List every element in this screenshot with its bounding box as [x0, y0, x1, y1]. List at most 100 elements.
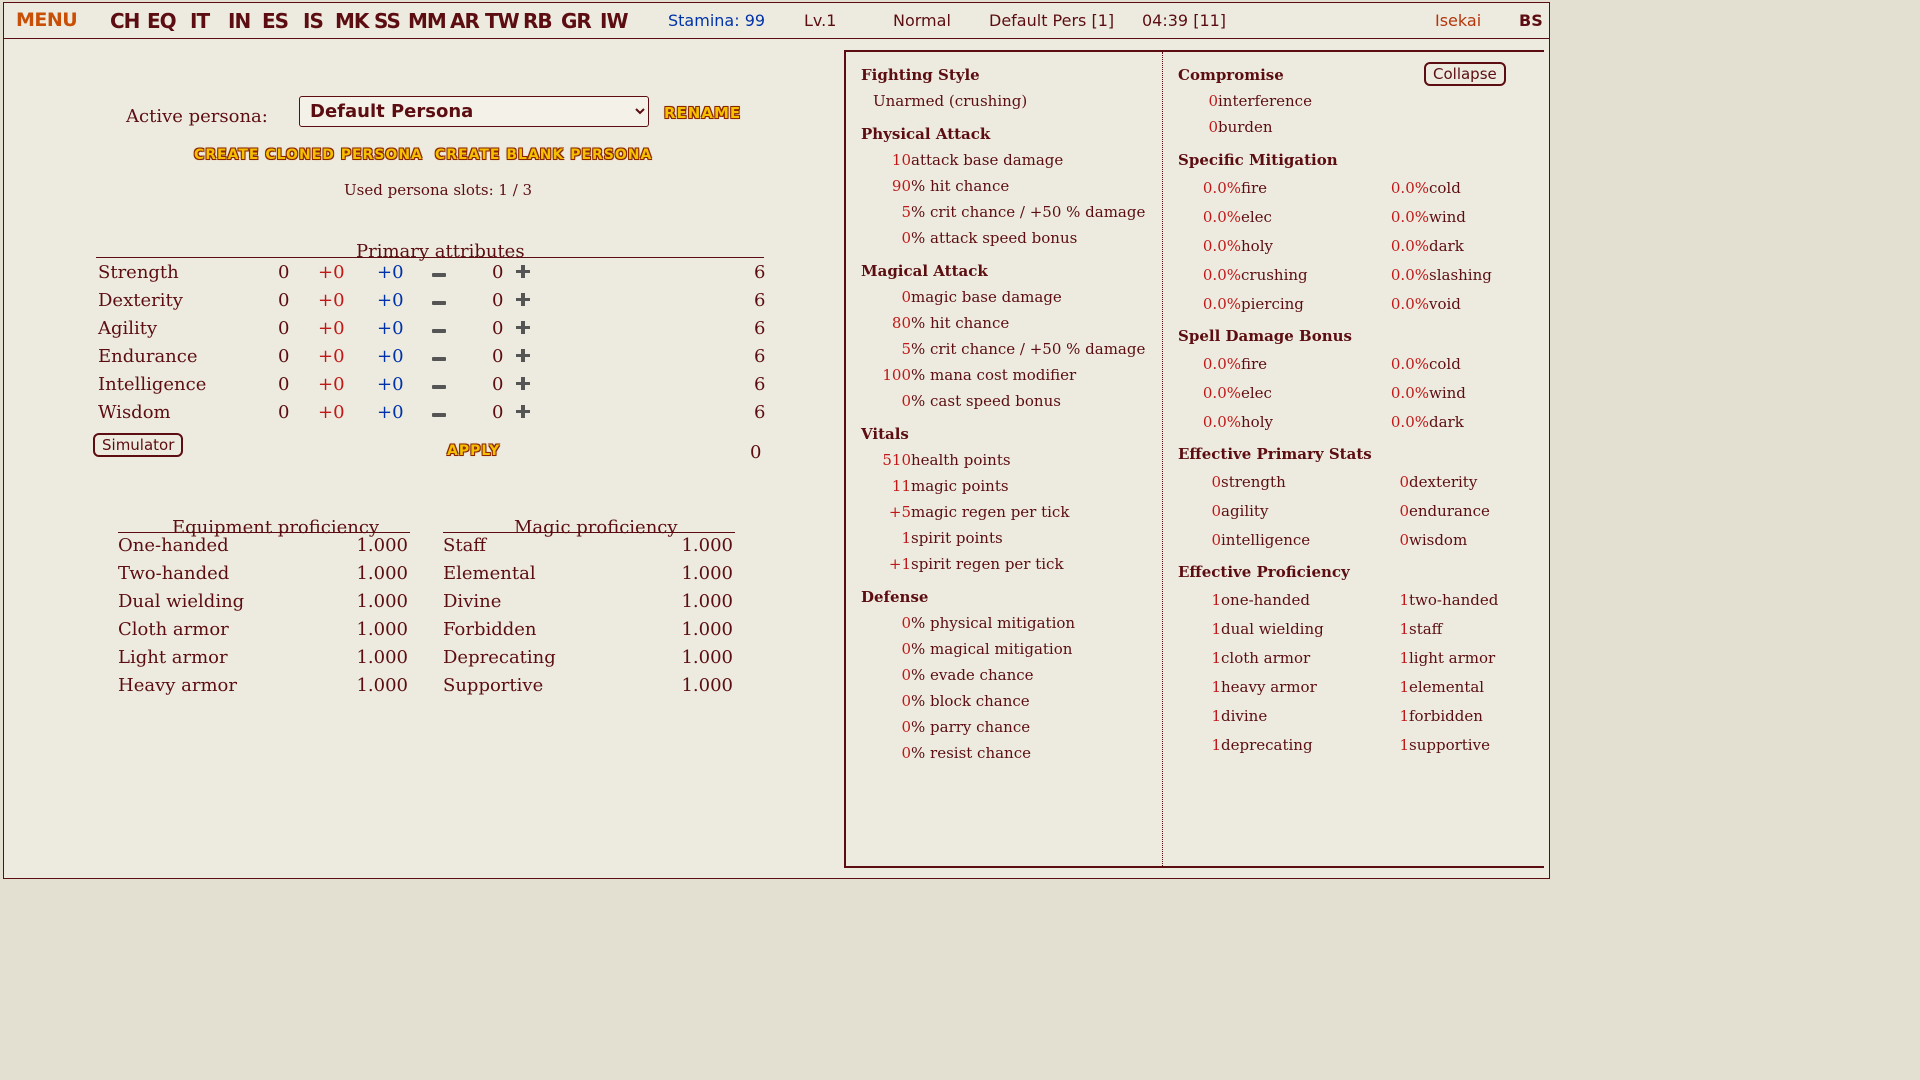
increase-icon[interactable]: [516, 320, 530, 334]
magic-row: Divine 1.000: [443, 591, 733, 619]
stat-row: 0 % evade chance: [861, 666, 1033, 684]
stat-name: % physical mitigation: [911, 614, 1076, 632]
stat-row: 80 % hit chance: [861, 314, 1009, 332]
stat-name: % magical mitigation: [911, 640, 1073, 658]
decrease-icon[interactable]: [432, 273, 446, 277]
stat-name: health points: [911, 451, 1011, 469]
stat-name: wisdom: [1409, 531, 1468, 549]
increase-icon[interactable]: [516, 404, 530, 418]
nav-mm[interactable]: MM: [408, 9, 447, 33]
stat-name: two-handed: [1409, 591, 1499, 609]
stat-name: attack base damage: [911, 151, 1064, 169]
proficiency-name: One-handed: [118, 535, 229, 556]
stat-name: cloth armor: [1221, 649, 1311, 667]
nav-eq[interactable]: EQ: [147, 9, 177, 33]
effective-primary-stats-heading: Effective Primary Stats: [1178, 445, 1372, 463]
stat-row: 0 intelligence: [1178, 531, 1310, 549]
isekai-link[interactable]: Isekai: [1435, 11, 1481, 30]
decrease-icon[interactable]: [432, 301, 446, 305]
simulator-button[interactable]: Simulator: [93, 433, 184, 457]
attribute-red-bonus: +0: [318, 318, 345, 339]
attribute-base: 0: [278, 346, 290, 367]
attribute-red-bonus: +0: [318, 346, 345, 367]
stat-row: 0.0% void: [1366, 295, 1461, 313]
stat-name: magic points: [911, 477, 1009, 495]
stat-value: 0: [1399, 531, 1409, 549]
stat-value: 1: [1211, 649, 1221, 667]
nav-iw[interactable]: IW: [600, 9, 628, 33]
increase-icon[interactable]: [516, 264, 530, 278]
stat-value: 0: [1211, 531, 1221, 549]
stat-row: 5 % crit chance / +50 % damage: [861, 203, 1145, 221]
nav-is[interactable]: IS: [303, 9, 324, 33]
increase-icon[interactable]: [516, 348, 530, 362]
stat-value: 1: [901, 529, 911, 547]
nav-ch[interactable]: CH: [110, 9, 140, 33]
stat-value: 1: [1399, 736, 1409, 754]
attribute-row-strength: Strength 0 +0 +0 0 6: [98, 262, 768, 290]
level-readout: Lv.1: [804, 11, 837, 30]
nav-tw[interactable]: TW: [485, 9, 520, 33]
attribute-row-agility: Agility 0 +0 +0 0 6: [98, 318, 768, 346]
stat-name: agility: [1221, 502, 1269, 520]
decrease-icon[interactable]: [432, 413, 446, 417]
stat-name: endurance: [1409, 502, 1490, 520]
nav-es[interactable]: ES: [262, 9, 289, 33]
increase-icon[interactable]: [516, 292, 530, 306]
nav-rb[interactable]: RB: [523, 9, 553, 33]
stat-name: dual wielding: [1221, 620, 1324, 638]
stat-row: 0.0% fire: [1178, 355, 1267, 373]
attribute-name: Dexterity: [98, 290, 183, 311]
attribute-assign: 0: [492, 402, 504, 423]
proficiency-value: 1.000: [681, 563, 733, 584]
stat-value: 0.0%: [1202, 355, 1241, 373]
decrease-icon[interactable]: [432, 329, 446, 333]
collapse-button[interactable]: Collapse: [1424, 62, 1506, 86]
attribute-name: Intelligence: [98, 374, 207, 395]
defense-heading: Defense: [861, 588, 929, 606]
stat-name: % hit chance: [911, 177, 1010, 195]
bs-link[interactable]: BS: [1519, 11, 1543, 30]
stat-value: 11: [891, 477, 911, 495]
nav-ar[interactable]: AR: [450, 9, 480, 33]
menu-button[interactable]: MENU: [16, 9, 78, 31]
stat-name: % cast speed bonus: [911, 392, 1061, 410]
stat-row: 0.0% holy: [1178, 237, 1273, 255]
increase-icon[interactable]: [516, 376, 530, 390]
stat-name: holy: [1241, 237, 1273, 255]
create-cloned-persona-button[interactable]: Create cloned persona: [194, 147, 423, 163]
stat-value: 0.0%: [1202, 237, 1241, 255]
stat-row: 90 % hit chance: [861, 177, 1009, 195]
decrease-icon[interactable]: [432, 357, 446, 361]
decrease-icon[interactable]: [432, 385, 446, 389]
attribute-name: Agility: [98, 318, 158, 339]
stat-value: 0.0%: [1390, 266, 1429, 284]
rename-button[interactable]: Rename: [664, 104, 741, 122]
stat-value: 0: [901, 692, 911, 710]
equipment-row: Dual wielding 1.000: [118, 591, 408, 619]
magic-row: Elemental 1.000: [443, 563, 733, 591]
primary-attributes-title: Primary attributes: [356, 241, 525, 262]
stat-name: piercing: [1241, 295, 1304, 313]
create-blank-persona-button[interactable]: Create blank persona: [435, 147, 652, 163]
nav-gr[interactable]: GR: [561, 9, 592, 33]
apply-button[interactable]: Apply: [447, 443, 500, 459]
nav-in[interactable]: IN: [228, 9, 251, 33]
stat-name: crushing: [1241, 266, 1308, 284]
persona-select[interactable]: Default Persona: [299, 96, 649, 127]
stat-value: 1: [1211, 591, 1221, 609]
stat-row: 0.0% dark: [1366, 413, 1464, 431]
stat-row: 0 % cast speed bonus: [861, 392, 1061, 410]
proficiency-name: Deprecating: [443, 647, 556, 668]
nav-it[interactable]: IT: [190, 9, 210, 33]
stat-value: 5: [901, 340, 911, 358]
nav-mk[interactable]: MK: [335, 9, 369, 33]
magic-row: Deprecating 1.000: [443, 647, 733, 675]
stamina-readout: Stamina: 99: [668, 11, 766, 30]
stat-value: 80: [891, 314, 911, 332]
stat-row: 0.0% wind: [1366, 208, 1466, 226]
nav-ss[interactable]: SS: [374, 9, 401, 33]
stat-name: supportive: [1409, 736, 1490, 754]
stat-name: staff: [1409, 620, 1443, 638]
stat-row: 1 elemental: [1366, 678, 1484, 696]
